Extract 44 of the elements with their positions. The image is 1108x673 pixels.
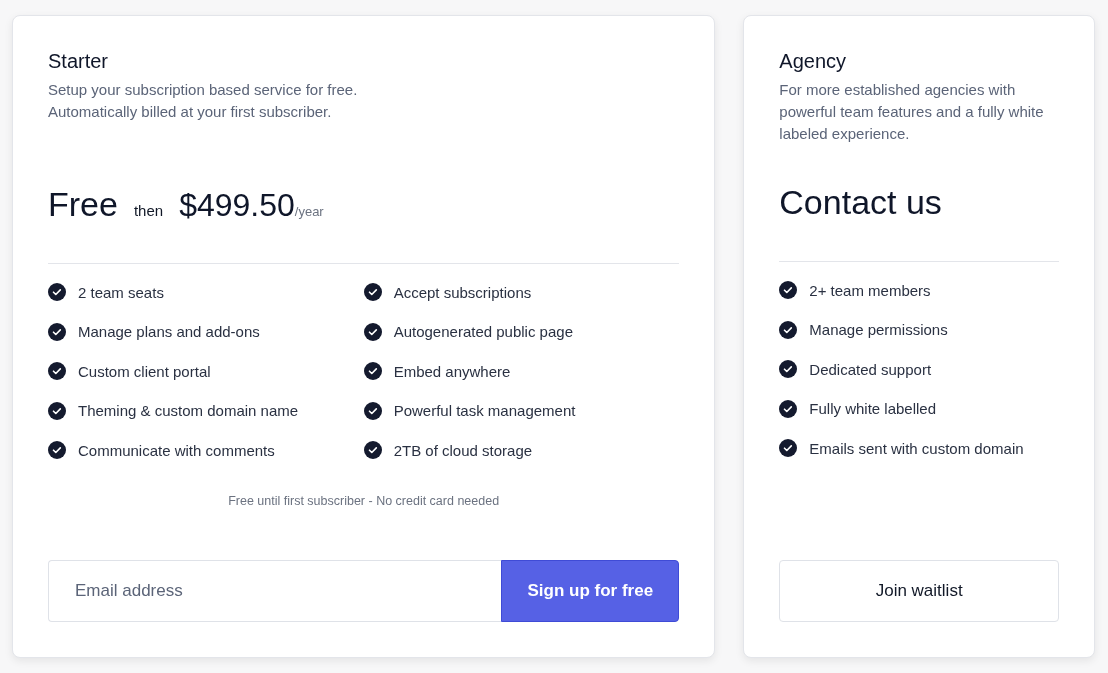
feature-text: Accept subscriptions [393, 283, 532, 301]
check-icon [48, 283, 66, 301]
feature-text: Powerful task management [393, 402, 576, 419]
email-field[interactable]: Email address [48, 560, 502, 622]
feature-text: Embed anywhere [393, 362, 511, 380]
price-period: /year [294, 204, 324, 219]
feature-text: Fully white labelled [809, 400, 937, 417]
check-icon [779, 360, 798, 378]
feature-text: Dedicated support [809, 360, 932, 378]
check-icon [363, 322, 382, 341]
plan-title: Starter [48, 50, 109, 73]
check-icon [48, 441, 66, 459]
feature-text: Communicate with comments [78, 441, 275, 459]
note-text: Free until first subscriber - No credit card needed [228, 494, 500, 508]
check-icon [48, 322, 66, 341]
check-icon [363, 441, 382, 459]
price-label: Contact us [779, 183, 942, 222]
check-icon [779, 399, 798, 418]
sign-up-button[interactable]: Sign up for free [501, 560, 680, 622]
check-icon [779, 281, 798, 299]
feature-text: Emails sent with custom domain [809, 439, 1024, 457]
check-icon [779, 439, 798, 457]
feature-text: Custom client portal [78, 362, 211, 380]
feature-text: Autogenerated public page [393, 323, 573, 340]
price-label: Free [48, 185, 118, 224]
feature-text: Manage permissions [809, 321, 948, 338]
plan-description: Setup your subscription based service for free. [48, 80, 358, 100]
feature-text: 2+ team members [809, 281, 931, 299]
join-waitlist-button[interactable]: Join waitlist [779, 560, 1059, 622]
check-icon [363, 283, 382, 301]
feature-text: Theming & custom domain name [78, 402, 299, 419]
price-connector: then [133, 202, 164, 219]
check-icon [48, 401, 66, 420]
feature-text: 2 team seats [78, 283, 164, 301]
plan-title: Agency [779, 50, 847, 73]
check-icon [779, 320, 798, 339]
plan-description: Automatically billed at your first subscriber. [48, 102, 332, 122]
feature-text: Manage plans and add-ons [78, 323, 260, 340]
check-icon [363, 401, 382, 420]
check-icon [48, 362, 66, 380]
plan-description: For more established agencies with powerful team features and a fully white labeled experience. [779, 80, 1045, 144]
check-icon [363, 362, 382, 380]
price-amount: $499.50 [179, 187, 295, 224]
feature-text: 2TB of cloud storage [393, 441, 533, 459]
